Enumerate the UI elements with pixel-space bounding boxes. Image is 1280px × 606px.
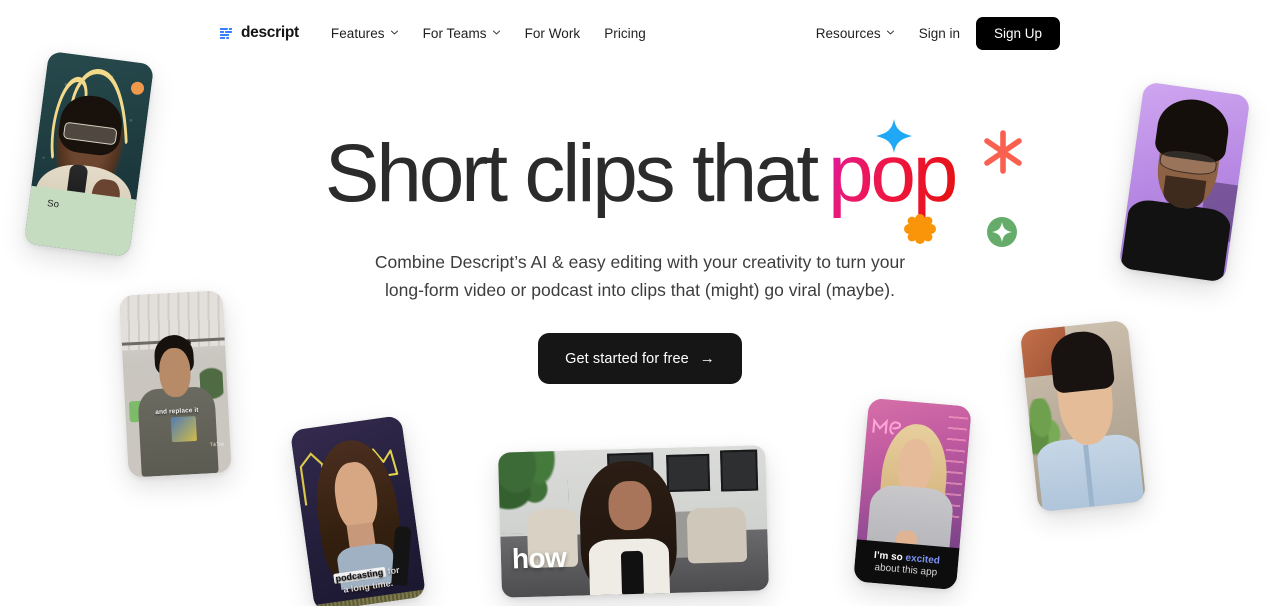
nav-links: Features For Teams For Work Pricing <box>331 20 658 47</box>
pillow-detail <box>686 506 747 564</box>
get-started-for-free-button[interactable]: Get started for free → <box>538 333 742 384</box>
nav-item-resources[interactable]: Resources <box>816 20 907 47</box>
nav-item-for-work[interactable]: For Work <box>513 20 593 47</box>
video-card-loft-man[interactable]: and replace it TikTok <box>119 290 232 478</box>
hero-headline-wrap: Short clips that pop <box>325 128 959 220</box>
sign-in-link[interactable]: Sign in <box>907 20 976 47</box>
video-card-podcasting-woman[interactable]: podcasting for a long time. <box>289 415 427 606</box>
wall-frame-detail <box>719 449 759 492</box>
card-caption-text: how <box>511 541 567 575</box>
hero-headline-plain: Short clips that <box>324 128 819 219</box>
hero-subheadline-line1: Combine Descript’s AI & easy editing wit… <box>374 252 906 272</box>
card-photo: how <box>498 445 769 598</box>
nav-right-group: Resources Sign in Sign Up <box>816 16 1060 50</box>
video-card-podcaster-so[interactable]: So <box>23 50 155 258</box>
nav-item-pricing-label: Pricing <box>604 25 646 41</box>
card-caption-text: So <box>46 198 60 211</box>
nav-left-group: descript Features For Teams For Work Pri… <box>219 20 658 47</box>
card-caption-rest: for <box>384 564 401 577</box>
nav-item-resources-label: Resources <box>815 25 881 41</box>
nav-item-for-work-label: For Work <box>524 25 581 41</box>
wall-frame-detail <box>666 454 711 492</box>
card-photo: and replace it TikTok <box>119 290 232 478</box>
card-photo <box>1118 81 1251 283</box>
card-photo <box>1019 319 1147 513</box>
shirt-graphic-detail <box>171 415 198 443</box>
video-card-purple-man[interactable] <box>1118 81 1251 283</box>
hero-headline-accent: pop <box>816 128 958 219</box>
descript-logo[interactable]: descript <box>219 24 299 42</box>
hero-subheadline: Combine Descript’s AI & easy editing wit… <box>360 248 920 304</box>
hero-cta-wrap: Get started for free → <box>538 333 742 384</box>
arrow-right-icon: → <box>699 350 715 367</box>
nav-item-features[interactable]: Features <box>331 20 411 47</box>
hero-headline: Short clips that pop <box>325 133 959 215</box>
chevron-down-icon <box>886 28 895 37</box>
main-navigation: descript Features For Teams For Work Pri… <box>0 0 1280 66</box>
coral-asterisk-icon <box>984 130 1022 174</box>
tiktok-watermark: TikTok <box>209 441 225 448</box>
green-circle-sparkle-icon <box>987 217 1017 247</box>
nav-item-for-teams[interactable]: For Teams <box>411 20 513 47</box>
nav-item-for-teams-label: For Teams <box>422 25 487 41</box>
video-card-blueshirt-person[interactable] <box>1019 319 1147 513</box>
chevron-down-icon <box>390 28 399 37</box>
nav-item-features-label: Features <box>330 25 385 41</box>
video-card-excited-blonde[interactable]: I’m so excited about this app <box>853 397 972 591</box>
landing-page: descript Features For Teams For Work Pri… <box>0 0 1280 606</box>
hero-subheadline-line2: long-form video or podcast into clips th… <box>384 280 896 300</box>
descript-wordmark: descript <box>241 24 299 41</box>
video-card-how-landscape[interactable]: how <box>498 445 769 598</box>
card-subject-clothing <box>1120 197 1233 283</box>
sign-up-button[interactable]: Sign Up <box>975 16 1060 50</box>
chevron-down-icon <box>492 28 501 37</box>
microphone-prop <box>620 550 644 595</box>
cta-label: Get started for free <box>565 350 689 367</box>
descript-bars-logo-icon <box>219 26 234 41</box>
card-caption-box: I’m so excited about this app <box>853 539 960 591</box>
card-photo: podcasting for a long time. <box>289 415 427 606</box>
card-subject-face <box>608 480 653 531</box>
nav-item-pricing[interactable]: Pricing <box>592 20 658 47</box>
card-caption-bar: So <box>23 185 137 258</box>
